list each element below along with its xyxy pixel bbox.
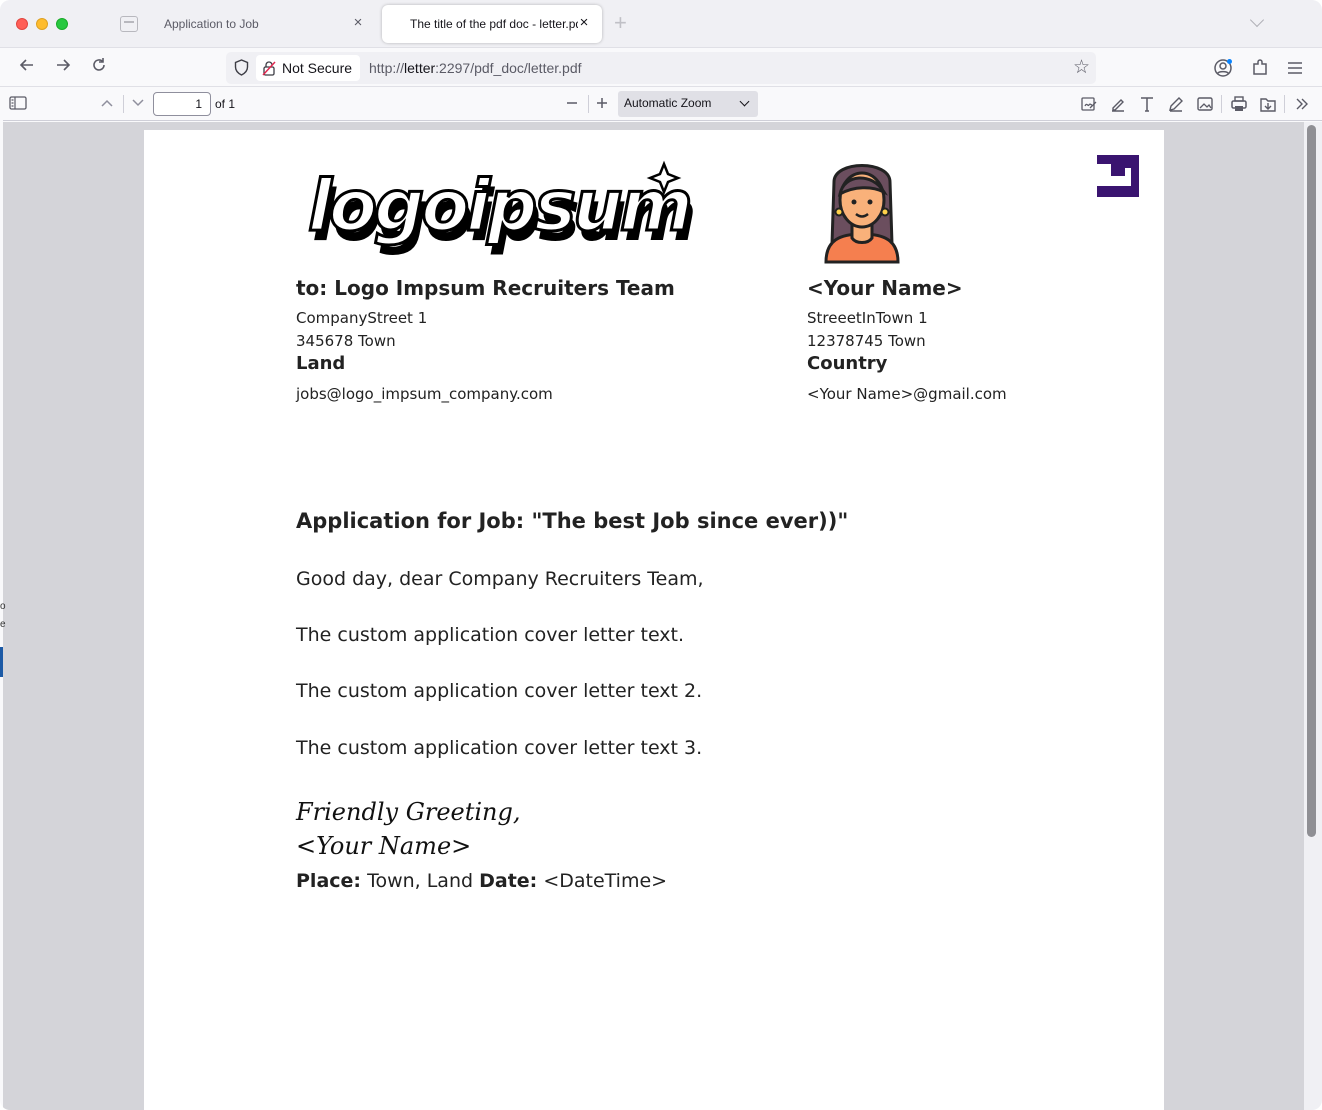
previous-page-chevron-icon[interactable]	[100, 97, 114, 109]
tab-pdf-letter[interactable]: The title of the pdf doc - letter.pdf ×	[382, 5, 602, 43]
app-menu-hamburger-icon[interactable]	[1285, 58, 1305, 78]
navigation-bar: Not Secure http://letter:2297/pdf_doc/le…	[0, 48, 1322, 87]
tab-title: The title of the pdf doc - letter.pdf	[410, 17, 578, 31]
zoom-window-button[interactable]	[56, 18, 68, 30]
account-icon[interactable]	[1213, 58, 1233, 78]
zoom-select-value: Automatic Zoom	[624, 96, 712, 110]
letter-subject: Application for Job: "The best Job since…	[296, 509, 849, 533]
signature-icon[interactable]	[1080, 95, 1098, 113]
background-window-edge-marker	[0, 647, 3, 677]
chevron-down-icon	[739, 96, 750, 107]
back-arrow-icon[interactable]	[15, 56, 39, 80]
forward-arrow-icon[interactable]	[51, 56, 75, 80]
pdf-viewer[interactable]: logoipsum logoipsum to: Logo Impsum Recr…	[3, 122, 1304, 1110]
minimize-window-button[interactable]	[36, 18, 48, 30]
browser-window: Application to Job × The title of the pd…	[0, 0, 1322, 1110]
scrollbar-thumb[interactable]	[1307, 125, 1316, 837]
url-host: letter	[404, 60, 436, 76]
toolbar-separator	[1284, 95, 1285, 113]
url-bar[interactable]: Not Secure http://letter:2297/pdf_doc/le…	[226, 52, 1096, 84]
letter-paragraph: The custom application cover letter text…	[296, 737, 703, 759]
draw-pencil-icon[interactable]	[1167, 95, 1185, 113]
recipient-postcode-town: 345678 Town	[296, 332, 396, 350]
pdf-toolbar: 1 of 1 Automatic Zoom	[3, 87, 1322, 121]
toolbar-separator	[123, 95, 124, 113]
recipient-email[interactable]: jobs@logo_impsum_company.com	[296, 385, 553, 403]
recipient-street: CompanyStreet 1	[296, 309, 428, 327]
letter-paragraph: The custom application cover letter text…	[296, 624, 685, 646]
text-tool-icon[interactable]	[1138, 95, 1156, 113]
closing-signature-name: <Your Name>	[296, 832, 472, 860]
url-text[interactable]: http://letter:2297/pdf_doc/letter.pdf	[369, 60, 582, 76]
date-label: Date:	[479, 870, 538, 892]
url-path: :2297/pdf_doc/letter.pdf	[435, 60, 582, 76]
page-number-input[interactable]: 1	[153, 92, 211, 116]
page-count-label: of 1	[215, 97, 236, 111]
edge-char: o	[0, 601, 6, 612]
extensions-puzzle-icon[interactable]	[1250, 58, 1270, 78]
sender-postcode-town: 12378745 Town	[807, 332, 926, 350]
close-window-button[interactable]	[16, 18, 28, 30]
not-secure-badge[interactable]: Not Secure	[256, 55, 361, 81]
tab-close-icon[interactable]: ×	[576, 15, 592, 31]
highlight-pen-icon[interactable]	[1109, 95, 1127, 113]
pdf-page: logoipsum logoipsum to: Logo Impsum Recr…	[144, 130, 1164, 1110]
letter-greeting: Good day, dear Company Recruiters Team,	[296, 568, 704, 590]
zoom-select[interactable]: Automatic Zoom	[618, 91, 758, 117]
edge-char: e	[0, 619, 6, 630]
recipient-land: Land	[296, 353, 346, 374]
not-secure-label: Not Secure	[282, 60, 353, 76]
place-date-line: Place: Town, Land Date: <DateTime>	[296, 870, 667, 892]
date-value: <DateTime>	[543, 870, 668, 892]
zoom-out-minus-icon[interactable]	[565, 96, 579, 110]
zoom-in-plus-icon[interactable]	[595, 96, 609, 110]
tab-application-to-job[interactable]: Application to Job ×	[152, 5, 378, 43]
insecure-lock-icon	[262, 61, 276, 76]
sender-street: StreeetInTown 1	[807, 309, 928, 327]
letter-paragraph: The custom application cover letter text…	[296, 680, 703, 702]
bookmark-star-icon[interactable]: ☆	[1073, 57, 1090, 79]
brand-corner-logo	[1097, 155, 1139, 197]
background-window-edge-text: o e	[0, 598, 6, 634]
print-icon[interactable]	[1230, 95, 1248, 113]
recipient-heading: to: Logo Impsum Recruiters Team	[296, 276, 675, 300]
new-tab-button[interactable]: +	[614, 12, 627, 34]
avatar	[824, 164, 900, 264]
tab-overview-icon[interactable]	[120, 16, 138, 32]
shield-icon[interactable]	[234, 59, 249, 76]
sidebar-toggle-icon[interactable]	[9, 96, 27, 110]
tab-strip: Application to Job × The title of the pd…	[0, 0, 1322, 48]
more-tools-double-chevron-icon[interactable]	[1294, 96, 1310, 112]
logoipsum-logo: logoipsum logoipsum	[307, 160, 694, 255]
sender-email[interactable]: <Your Name>@gmail.com	[807, 385, 1007, 403]
toolbar-separator	[588, 95, 589, 113]
closing-greeting: Friendly Greeting,	[296, 798, 521, 826]
save-download-icon[interactable]	[1259, 95, 1277, 113]
url-prefix: http://	[369, 60, 405, 76]
sender-heading: <Your Name>	[807, 276, 963, 300]
toolbar-separator	[1221, 95, 1222, 113]
place-label: Place:	[296, 870, 362, 892]
add-image-icon[interactable]	[1196, 95, 1214, 113]
reload-icon[interactable]	[87, 56, 111, 80]
tab-close-icon[interactable]: ×	[350, 15, 366, 31]
logo-text: logoipsum	[308, 165, 690, 247]
place-value: Town, Land	[367, 870, 474, 892]
tab-title: Application to Job	[164, 17, 259, 31]
sender-country: Country	[807, 353, 888, 374]
next-page-chevron-icon[interactable]	[131, 97, 145, 109]
list-all-tabs-chevron-icon[interactable]	[1249, 12, 1265, 28]
